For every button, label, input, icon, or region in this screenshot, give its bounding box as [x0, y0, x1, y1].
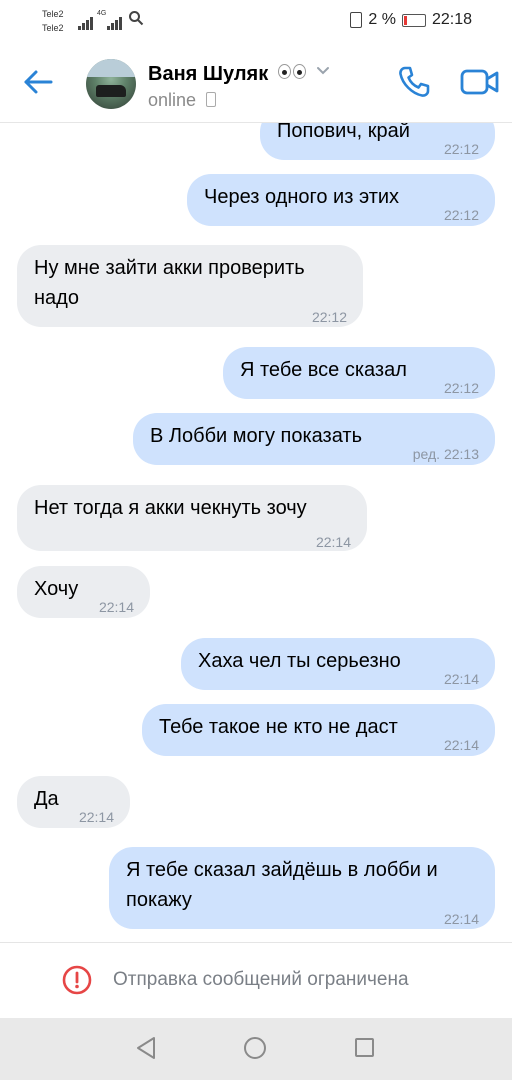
message-text: Да: [34, 788, 59, 810]
status-right: 2 % 22:18: [350, 11, 472, 29]
message-text: Я тебе сказал зайдёшь в лобби и покажу: [126, 859, 438, 911]
message-bubble-in[interactable]: Хочу 22:14: [17, 566, 150, 618]
carrier-2: Tele2: [42, 23, 64, 33]
message-bubble-out[interactable]: Попович, край 22:12: [260, 123, 495, 160]
message-text: Тебе такое не кто не даст: [159, 716, 398, 738]
message-time: ред. 22:13: [412, 446, 479, 462]
message-text: В Лобби могу показать: [150, 425, 362, 447]
message-bubble-in[interactable]: Нет тогда я акки чекнуть зочу 22:14: [17, 485, 367, 551]
message-bubble-out[interactable]: Через одного из этих 22:12: [187, 174, 495, 226]
carrier-labels: Tele2 Tele2: [42, 7, 64, 35]
message-time: 22:14: [78, 809, 114, 825]
message-text: Хочу: [34, 578, 79, 600]
phone-icon[interactable]: [396, 64, 432, 100]
message-list[interactable]: Попович, край 22:12 Через одного из этих…: [0, 123, 512, 941]
nav-recents-icon[interactable]: [355, 1038, 374, 1057]
signal-icon-2: [107, 12, 123, 30]
message-time: 22:14: [443, 737, 479, 753]
system-nav-bar: [0, 1018, 512, 1080]
message-bubble-out[interactable]: Я тебе сказал зайдёшь в лобби и покажу 2…: [109, 847, 495, 929]
messaging-restricted-bar: Отправка сообщений ограничена: [0, 942, 512, 1019]
arrow-left-icon[interactable]: [20, 64, 56, 100]
message-time: 22:12: [311, 309, 347, 325]
vibrate-icon: [350, 12, 363, 28]
message-text: Через одного из этих: [204, 186, 400, 208]
message-text: Ну мне зайти акки проверить надо: [34, 257, 305, 309]
avatar[interactable]: [86, 59, 136, 109]
message-time: 22:14: [315, 534, 351, 550]
message-time: 22:14: [443, 911, 479, 927]
nav-home-icon[interactable]: [244, 1037, 266, 1059]
status-bar: Tele2 Tele2 4G 2 % 22:18: [0, 0, 512, 44]
message-bubble-out[interactable]: В Лобби могу показать ред. 22:13: [133, 413, 495, 465]
alert-circle-icon: [62, 965, 92, 995]
restriction-text: Отправка сообщений ограничена: [113, 969, 409, 990]
signal-icon: [78, 12, 94, 30]
message-text: Хаха чел ты серьезно: [198, 650, 401, 672]
contact-status: online: [148, 90, 197, 110]
nav-back-icon[interactable]: [135, 1036, 157, 1060]
message-time: 22:12: [443, 141, 479, 157]
contact-name[interactable]: Ваня Шуляк: [148, 63, 268, 86]
battery-percent: 2 %: [368, 11, 396, 28]
message-text: Нет тогда я акки чекнуть зочу: [34, 497, 307, 519]
message-bubble-in[interactable]: Да 22:14: [17, 776, 130, 828]
search-icon: [129, 11, 144, 26]
chevron-down-icon[interactable]: [316, 66, 330, 76]
message-bubble-out[interactable]: Хаха чел ты серьезно 22:14: [181, 638, 495, 690]
eyes-emoji: [278, 64, 306, 79]
carrier-1: Tele2: [42, 9, 64, 19]
message-text: Я тебе все сказал: [240, 359, 407, 381]
message-bubble-in[interactable]: Ну мне зайти акки проверить надо 22:12: [17, 245, 363, 327]
network-type: 4G: [97, 10, 107, 17]
message-bubble-out[interactable]: Тебе такое не кто не даст 22:14: [142, 704, 495, 756]
clock: 22:18: [431, 11, 472, 28]
message-time: 22:14: [443, 671, 479, 687]
chat-header: Ваня Шуляк online: [0, 44, 512, 123]
message-time: 22:12: [443, 207, 479, 223]
message-bubble-out[interactable]: Я тебе все сказал 22:12: [223, 347, 495, 399]
battery-icon: [401, 13, 426, 27]
message-time: 22:14: [98, 599, 134, 615]
video-camera-icon[interactable]: [460, 66, 500, 98]
message-time: 22:12: [443, 380, 479, 396]
message-text: Попович, край: [277, 123, 410, 142]
mobile-icon: [206, 92, 216, 107]
